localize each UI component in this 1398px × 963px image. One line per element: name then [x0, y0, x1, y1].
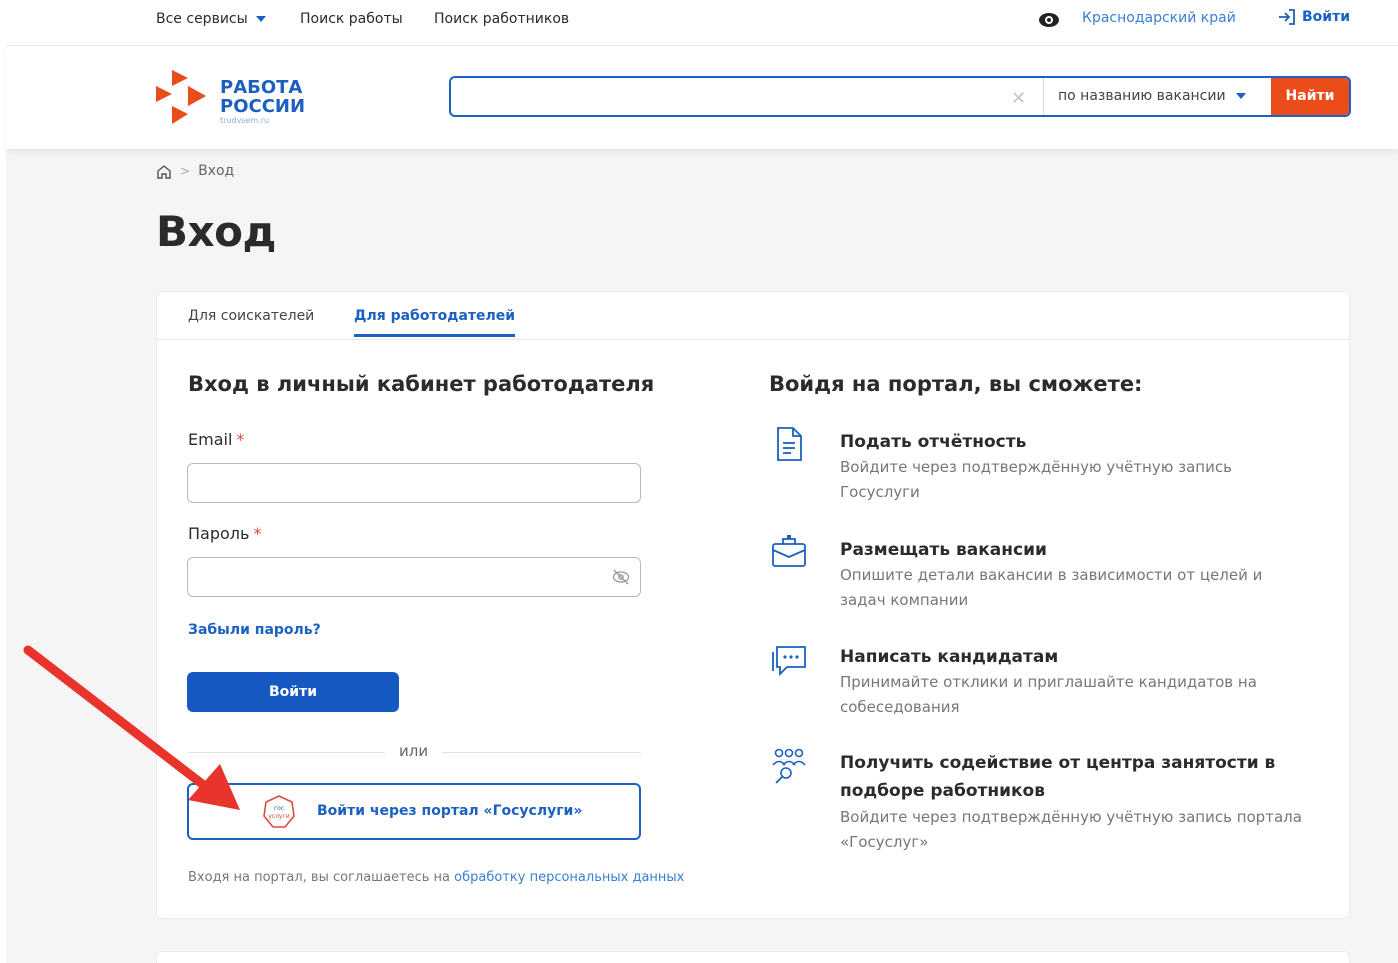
search-mode-select[interactable]: по названию вакансии [1043, 78, 1272, 115]
login-arrow-icon [1279, 9, 1295, 25]
region-selector[interactable]: Краснодарский край [1082, 10, 1236, 26]
password-label: Пароль * [188, 524, 261, 543]
logo-text: РАБОТА РОССИИ [220, 78, 305, 116]
email-label-text: Email [188, 430, 233, 449]
chevron-down-icon [1235, 93, 1246, 99]
login-form-title: Вход в личный кабинет работодателя [188, 372, 655, 396]
gosuslugi-login-label: Войти через портал «Госуслуги» [317, 803, 583, 819]
logo-line-1: РАБОТА [220, 77, 303, 98]
logo-line-2: РОССИИ [220, 96, 306, 117]
site-logo[interactable]: РАБОТА РОССИИ trudvsem.ru [154, 68, 314, 128]
people-search-icon [772, 748, 806, 784]
home-icon[interactable] [156, 164, 172, 179]
consent-text: Входя на портал, вы соглашаетесь на обра… [188, 870, 684, 885]
benefit-title: Получить содействие от центра занятости … [840, 753, 1276, 801]
login-tabs: Для соискателей Для работодателей [157, 292, 1349, 340]
clear-icon[interactable]: ✕ [1011, 88, 1026, 109]
search-bar: ✕ по названию вакансии Найти [449, 76, 1351, 117]
email-field[interactable] [188, 464, 640, 502]
or-separator: или [385, 742, 443, 760]
page-title: Вход [156, 207, 276, 256]
benefit-title: Написать кандидатам [840, 647, 1059, 667]
chevron-down-icon [255, 16, 266, 22]
password-field-wrapper [187, 557, 641, 597]
chat-icon [772, 646, 806, 677]
briefcase-icon [772, 535, 806, 567]
search-input[interactable] [451, 78, 1041, 115]
secondary-card [156, 951, 1350, 963]
email-label: Email * [188, 430, 244, 449]
benefit-title: Подать отчётность [840, 432, 1027, 452]
benefit-description: Войдите через подтверждённую учётную зап… [840, 808, 1302, 851]
benefit-title: Размещать вакансии [840, 540, 1047, 560]
logo-subtitle: trudvsem.ru [220, 116, 270, 125]
tab-employers[interactable]: Для работодателей [354, 308, 516, 337]
forgot-password-link[interactable]: Забыли пароль? [188, 622, 321, 638]
top-login-button[interactable]: Войти [1278, 9, 1350, 25]
required-mark: * [253, 524, 262, 543]
consent-prefix: Входя на портал, вы соглашаетесь на [188, 870, 451, 885]
top-login-label: Войти [1302, 9, 1351, 25]
tab-job-seekers[interactable]: Для соискателей [188, 308, 314, 324]
svg-text:услуги: услуги [268, 813, 289, 820]
benefit-description: Принимайте отклики и приглашайте кандида… [840, 673, 1257, 716]
email-field-wrapper [187, 463, 641, 503]
accessibility-eye-icon[interactable] [1038, 12, 1060, 28]
gosuslugi-login-button[interactable]: гос услуги Войти через портал «Госуслуги… [187, 783, 641, 840]
show-password-icon[interactable] [612, 568, 630, 586]
required-mark: * [236, 430, 245, 449]
search-button[interactable]: Найти [1271, 78, 1349, 115]
breadcrumb-current: Вход [198, 163, 235, 179]
breadcrumb-separator: > [180, 164, 191, 178]
breadcrumb: > Вход [156, 163, 234, 179]
personal-data-link[interactable]: обработку персональных данных [454, 870, 684, 885]
document-icon [777, 427, 802, 461]
worker-search-link[interactable]: Поиск работников [434, 11, 569, 27]
job-search-link[interactable]: Поиск работы [300, 11, 403, 27]
top-bar: Все сервисы Поиск работы Поиск работнико… [6, 0, 1398, 46]
site-header: РАБОТА РОССИИ trudvsem.ru ✕ по названию … [6, 46, 1398, 149]
benefit-description: Опишите детали вакансии в зависимости от… [840, 566, 1263, 609]
login-card: Для соискателей Для работодателей Вход в… [156, 291, 1350, 919]
password-label-text: Пароль [188, 524, 250, 543]
password-field[interactable] [188, 558, 640, 596]
svg-text:гос: гос [274, 805, 284, 812]
gosuslugi-logo-icon: гос услуги [263, 795, 295, 828]
benefit-description: Войдите через подтверждённую учётную зап… [840, 458, 1232, 501]
benefits-title: Войдя на портал, вы сможете: [769, 372, 1143, 396]
all-services-menu[interactable]: Все сервисы [156, 11, 266, 27]
logo-mark-icon [156, 70, 206, 124]
all-services-label: Все сервисы [156, 11, 248, 27]
search-mode-label: по названию вакансии [1058, 88, 1226, 104]
annotation-arrow-icon [23, 645, 240, 810]
main-content: > Вход Вход Для соискателей Для работода… [6, 149, 1398, 963]
